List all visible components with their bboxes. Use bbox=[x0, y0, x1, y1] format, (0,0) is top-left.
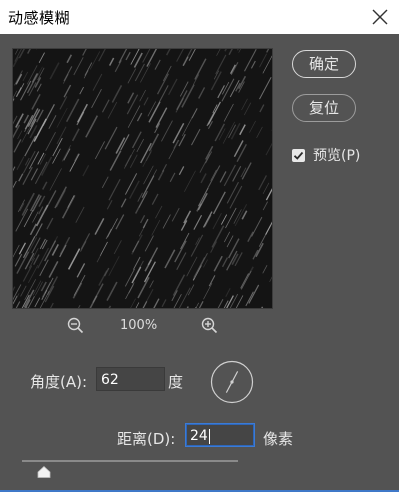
angle-input[interactable]: 62 bbox=[96, 367, 165, 391]
text-caret bbox=[208, 428, 210, 444]
angle-dial[interactable] bbox=[210, 360, 254, 404]
distance-slider-thumb[interactable] bbox=[37, 463, 51, 478]
distance-slider-track[interactable] bbox=[22, 460, 238, 462]
angle-label: 角度(A): bbox=[30, 373, 88, 391]
preview-checkbox[interactable]: 预览(P) bbox=[292, 146, 360, 164]
checkbox-box[interactable] bbox=[292, 148, 305, 162]
distance-label: 距离(D): bbox=[117, 430, 176, 448]
angle-unit: 度 bbox=[168, 373, 184, 391]
close-icon bbox=[372, 9, 388, 25]
zoom-in-icon bbox=[201, 317, 218, 334]
zoom-level: 100% bbox=[120, 318, 158, 333]
dialog-title: 动感模糊 bbox=[8, 9, 71, 27]
zoom-out-icon bbox=[67, 317, 84, 334]
motion-blur-preview bbox=[13, 49, 272, 308]
angle-dial-icon bbox=[210, 360, 254, 404]
ok-button[interactable]: 确定 bbox=[292, 50, 356, 78]
slider-thumb-icon bbox=[37, 465, 50, 478]
title-bar: 动感模糊 bbox=[0, 0, 399, 34]
zoom-controls: 100% bbox=[62, 316, 232, 336]
distance-input[interactable]: 24 bbox=[185, 423, 255, 447]
dialog-body: 确定 复位 预览(P) 100% 角度(A): 62 度 距离(D): 24 像… bbox=[0, 34, 399, 492]
preview-image[interactable] bbox=[12, 48, 273, 309]
zoom-in-button[interactable] bbox=[200, 316, 220, 336]
reset-button[interactable]: 复位 bbox=[292, 94, 356, 122]
close-button[interactable] bbox=[369, 6, 391, 28]
angle-value: 62 bbox=[101, 372, 119, 388]
distance-value: 24 bbox=[190, 428, 208, 444]
zoom-out-button[interactable] bbox=[66, 316, 86, 336]
motion-blur-dialog: 动感模糊 确定 复位 预览(P) 100% 角度(A): 62 度 距离(D):… bbox=[0, 0, 399, 492]
preview-checkbox-label: 预览(P) bbox=[313, 148, 361, 164]
check-icon bbox=[293, 151, 304, 160]
distance-unit: 像素 bbox=[263, 430, 294, 448]
